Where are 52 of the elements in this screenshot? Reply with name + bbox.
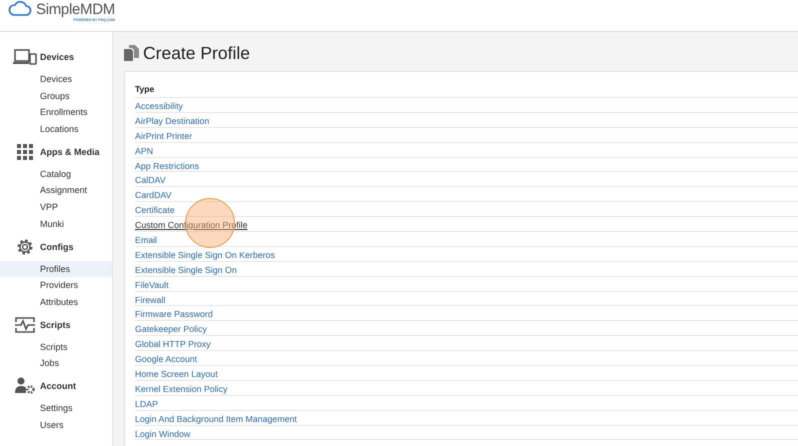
- profile-type-link[interactable]: Certificate: [135, 205, 175, 216]
- cloud-logo-icon: [8, 1, 32, 17]
- nav-item[interactable]: Settings: [0, 400, 112, 417]
- column-header: Type: [135, 82, 798, 98]
- profile-type-link[interactable]: Login Window: [135, 428, 190, 439]
- nav-item[interactable]: Providers: [0, 277, 112, 294]
- profile-type-link[interactable]: Firewall: [135, 294, 166, 305]
- grid-icon: [17, 144, 33, 160]
- nav-item[interactable]: Jobs: [0, 355, 112, 372]
- nav-item[interactable]: Scripts: [0, 338, 112, 356]
- brand-name: SimpleMDM: [36, 1, 115, 18]
- profile-type-link[interactable]: Home Screen Layout: [135, 368, 218, 379]
- profile-type-link[interactable]: Firmware Password: [135, 309, 213, 320]
- nav-section-title: Account: [40, 380, 76, 391]
- profile-type-link[interactable]: LDAP: [135, 398, 158, 409]
- nav-item[interactable]: Profiles: [0, 260, 112, 278]
- nav-section-title: Configs: [40, 242, 74, 252]
- profile-type-link[interactable]: App Restrictions: [135, 160, 200, 171]
- nav-section-title: Apps & Media: [40, 146, 100, 157]
- nav-item[interactable]: Munki: [0, 216, 112, 232]
- profile-type-link[interactable]: Login And Background Item Management: [135, 414, 297, 424]
- profile-type-link[interactable]: Kernel Extension Policy: [135, 384, 228, 394]
- profile-type-link[interactable]: APN: [135, 146, 154, 156]
- nav-item[interactable]: Locations: [0, 121, 112, 138]
- nav-section-title: Scripts: [40, 320, 71, 330]
- laptop-phone-icon: [13, 49, 37, 65]
- nav-item[interactable]: Devices: [0, 71, 112, 88]
- profile-type-link[interactable]: CalDAV: [135, 175, 166, 186]
- pulse-monitor-icon: [15, 316, 35, 333]
- nav-item[interactable]: VPP: [0, 199, 112, 216]
- nav-item[interactable]: Catalog: [0, 166, 112, 182]
- settings-icon: [16, 238, 34, 256]
- profile-type-link[interactable]: Gatekeeper Policy: [135, 324, 207, 334]
- nav-item[interactable]: Users: [0, 416, 112, 434]
- profile-type-link[interactable]: Google Account: [135, 354, 198, 364]
- profile-type-link[interactable]: Extensible Single Sign On: [135, 264, 237, 275]
- profile-type-link[interactable]: Email: [135, 234, 157, 245]
- profile-type-link[interactable]: Extensible Single Sign On Kerberos: [135, 250, 275, 260]
- nav-item[interactable]: Groups: [0, 88, 112, 104]
- nav-section-title: Devices: [40, 52, 74, 62]
- profile-type-link[interactable]: FileVault: [135, 280, 169, 290]
- documents-icon: [124, 45, 139, 61]
- page-title: Create Profile: [143, 42, 250, 64]
- profile-type-link[interactable]: AirPrint Printer: [135, 130, 192, 141]
- user-gear-icon: [15, 377, 35, 394]
- profile-type-link[interactable]: Global HTTP Proxy: [135, 339, 211, 350]
- nav-item[interactable]: Enrollments: [0, 104, 112, 122]
- profile-type-link[interactable]: Accessibility: [135, 100, 183, 111]
- profile-type-link[interactable]: AirPlay Destination: [135, 116, 210, 126]
- nav-item[interactable]: Assignment: [0, 182, 112, 200]
- profile-type-link[interactable]: CardDAV: [135, 190, 172, 200]
- nav-item[interactable]: Attributes: [0, 294, 112, 311]
